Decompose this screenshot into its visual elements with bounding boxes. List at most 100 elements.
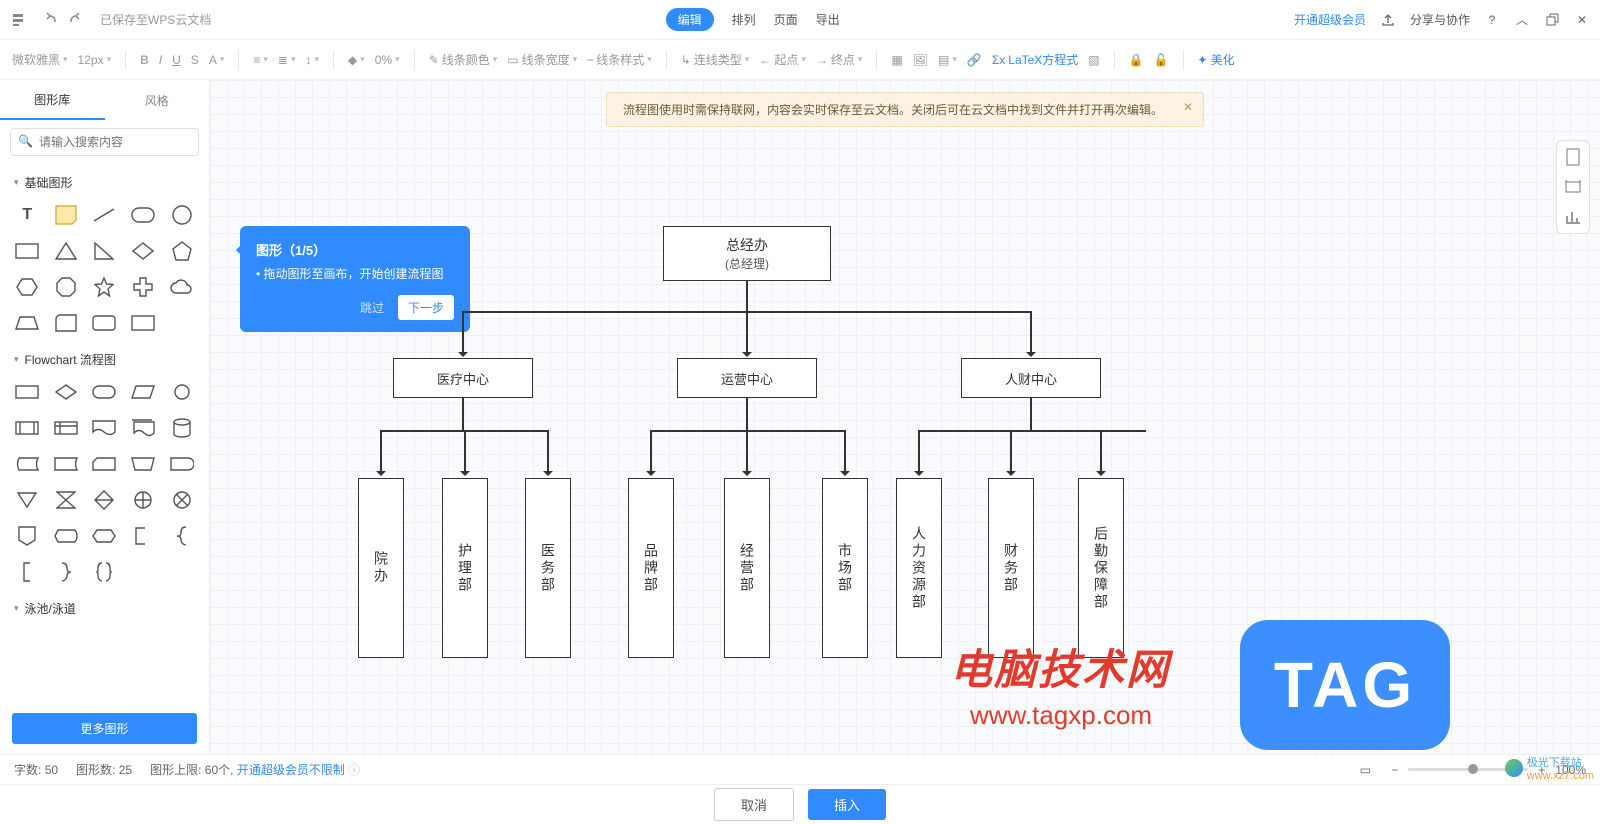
node-l3-4[interactable]: 经营部: [724, 478, 770, 658]
shape-octagon[interactable]: [51, 273, 82, 301]
fc-or[interactable]: [128, 486, 159, 514]
node-l3-6[interactable]: 人力资源部: [896, 478, 942, 658]
shape-star[interactable]: [89, 273, 120, 301]
section-flowchart[interactable]: ▾Flowchart 流程图: [0, 341, 209, 374]
share-icon[interactable]: [1380, 12, 1396, 28]
chart-icon[interactable]: [1565, 209, 1581, 225]
fc-data[interactable]: [128, 378, 159, 406]
size-select[interactable]: 12px▾: [78, 53, 112, 67]
align-icon[interactable]: ≡▾: [253, 53, 268, 67]
group-icon[interactable]: ▦: [891, 53, 902, 67]
menu-page[interactable]: 页面: [774, 11, 798, 28]
lock-icon[interactable]: 🔒: [1129, 53, 1144, 67]
menu-arrange[interactable]: 排列: [732, 11, 756, 28]
fc-sort[interactable]: [89, 486, 120, 514]
fc-multidoc[interactable]: [128, 414, 159, 442]
search-input[interactable]: [10, 128, 199, 156]
spacing-icon[interactable]: ↕▾: [306, 53, 320, 67]
shape-rect3[interactable]: [128, 309, 159, 337]
fc-manual[interactable]: [128, 450, 159, 478]
node-l2-0[interactable]: 医疗中心: [393, 358, 533, 398]
line-color[interactable]: ✎ 线条颜色▾: [429, 51, 498, 68]
fc-tape[interactable]: [51, 450, 82, 478]
more-shapes-button[interactable]: 更多图形: [12, 713, 197, 744]
table-icon[interactable]: ▤▾: [938, 53, 957, 67]
fc-annotation[interactable]: [128, 522, 159, 550]
zoom-slider[interactable]: [1408, 768, 1528, 771]
shape-rect2[interactable]: [89, 309, 120, 337]
section-basic[interactable]: ▾基础图形: [0, 164, 209, 197]
shape-text[interactable]: T: [12, 201, 43, 229]
chevron-up-icon[interactable]: ︿: [1514, 12, 1530, 28]
section-pool[interactable]: ▾泳池/泳道: [0, 590, 209, 623]
unlock-icon[interactable]: 🔓: [1154, 53, 1169, 67]
node-l2-1[interactable]: 运营中心: [677, 358, 817, 398]
line-style[interactable]: ⎯ 线条样式▾: [587, 51, 652, 68]
fc-stored[interactable]: [12, 450, 43, 478]
help-icon[interactable]: ?: [1484, 12, 1500, 28]
shape-line[interactable]: [89, 201, 120, 229]
fc-display[interactable]: [51, 522, 82, 550]
fc-collate[interactable]: [51, 486, 82, 514]
conn-end[interactable]: → 终点▾: [816, 51, 863, 68]
shape-hexagon[interactable]: [12, 273, 43, 301]
vip-link[interactable]: 开通超级会员: [1294, 11, 1366, 28]
font-color-icon[interactable]: A▾: [209, 53, 225, 67]
fc-merge[interactable]: [12, 486, 43, 514]
latex[interactable]: Σx LaTeX方程式: [992, 51, 1078, 68]
fc-loop[interactable]: [89, 522, 120, 550]
node-l3-5[interactable]: 市场部: [822, 478, 868, 658]
tab-style[interactable]: 风格: [105, 82, 210, 119]
shape-note[interactable]: [51, 201, 82, 229]
fc-curly[interactable]: [89, 558, 120, 586]
minimap-icon[interactable]: ▭: [1357, 762, 1373, 778]
node-l3-2[interactable]: 医务部: [525, 478, 571, 658]
fc-doc[interactable]: [89, 414, 120, 442]
node-l3-3[interactable]: 品牌部: [628, 478, 674, 658]
fc-offpage[interactable]: [12, 522, 43, 550]
close-icon[interactable]: ✕: [1574, 12, 1590, 28]
shape-cloud[interactable]: [166, 273, 197, 301]
menu-export[interactable]: 导出: [816, 11, 840, 28]
fc-db[interactable]: [166, 414, 197, 442]
strike-icon[interactable]: S: [191, 53, 199, 67]
fc-terminal[interactable]: [89, 378, 120, 406]
fc-bracket[interactable]: [12, 558, 43, 586]
tip-skip[interactable]: 跳过: [360, 299, 384, 316]
line-width[interactable]: ▭ 线条宽度▾: [507, 51, 577, 68]
underline-icon[interactable]: U: [172, 53, 181, 67]
fc-card[interactable]: [89, 450, 120, 478]
node-l3-0[interactable]: 院办: [358, 478, 404, 658]
zoom-out[interactable]: −: [1391, 763, 1398, 777]
node-root[interactable]: 总经办 (总经理): [663, 226, 831, 281]
shape-rtriangle[interactable]: [89, 237, 120, 265]
shape-diamond[interactable]: [128, 237, 159, 265]
shape-pentagon[interactable]: [166, 237, 197, 265]
shape-triangle[interactable]: [51, 237, 82, 265]
conn-type[interactable]: ↳ 连线类型▾: [681, 51, 750, 68]
fc-predef[interactable]: [12, 414, 43, 442]
tab-shape-library[interactable]: 图形库: [0, 81, 105, 120]
tip-next[interactable]: 下一步: [398, 295, 454, 320]
fc-rbrace[interactable]: [51, 558, 82, 586]
fc-connector[interactable]: [166, 378, 197, 406]
bold-icon[interactable]: B: [140, 53, 149, 67]
close-icon[interactable]: ✕: [1183, 100, 1193, 114]
undo-icon[interactable]: [40, 12, 56, 28]
shape-card[interactable]: [51, 309, 82, 337]
shape-roundrect[interactable]: [128, 201, 159, 229]
fill-icon[interactable]: ◆▾: [348, 53, 365, 67]
italic-icon[interactable]: I: [159, 53, 162, 67]
share-label[interactable]: 分享与协作: [1410, 11, 1470, 28]
cancel-button[interactable]: 取消: [714, 788, 794, 821]
canvas[interactable]: 流程图使用时需保持联网，内容会实时保存至云文档。关闭后可在云文档中找到文件并打开…: [210, 80, 1600, 754]
valign-icon[interactable]: ≣▾: [278, 53, 296, 67]
page-icon[interactable]: [1565, 149, 1581, 165]
shape-rect[interactable]: [12, 237, 43, 265]
shape-cross[interactable]: [128, 273, 159, 301]
zoom-in[interactable]: +: [1538, 763, 1545, 777]
shape-circle[interactable]: [166, 201, 197, 229]
node-l3-1[interactable]: 护理部: [442, 478, 488, 658]
font-select[interactable]: 微软雅黑▾: [12, 51, 68, 68]
insert-button[interactable]: 插入: [808, 789, 886, 820]
